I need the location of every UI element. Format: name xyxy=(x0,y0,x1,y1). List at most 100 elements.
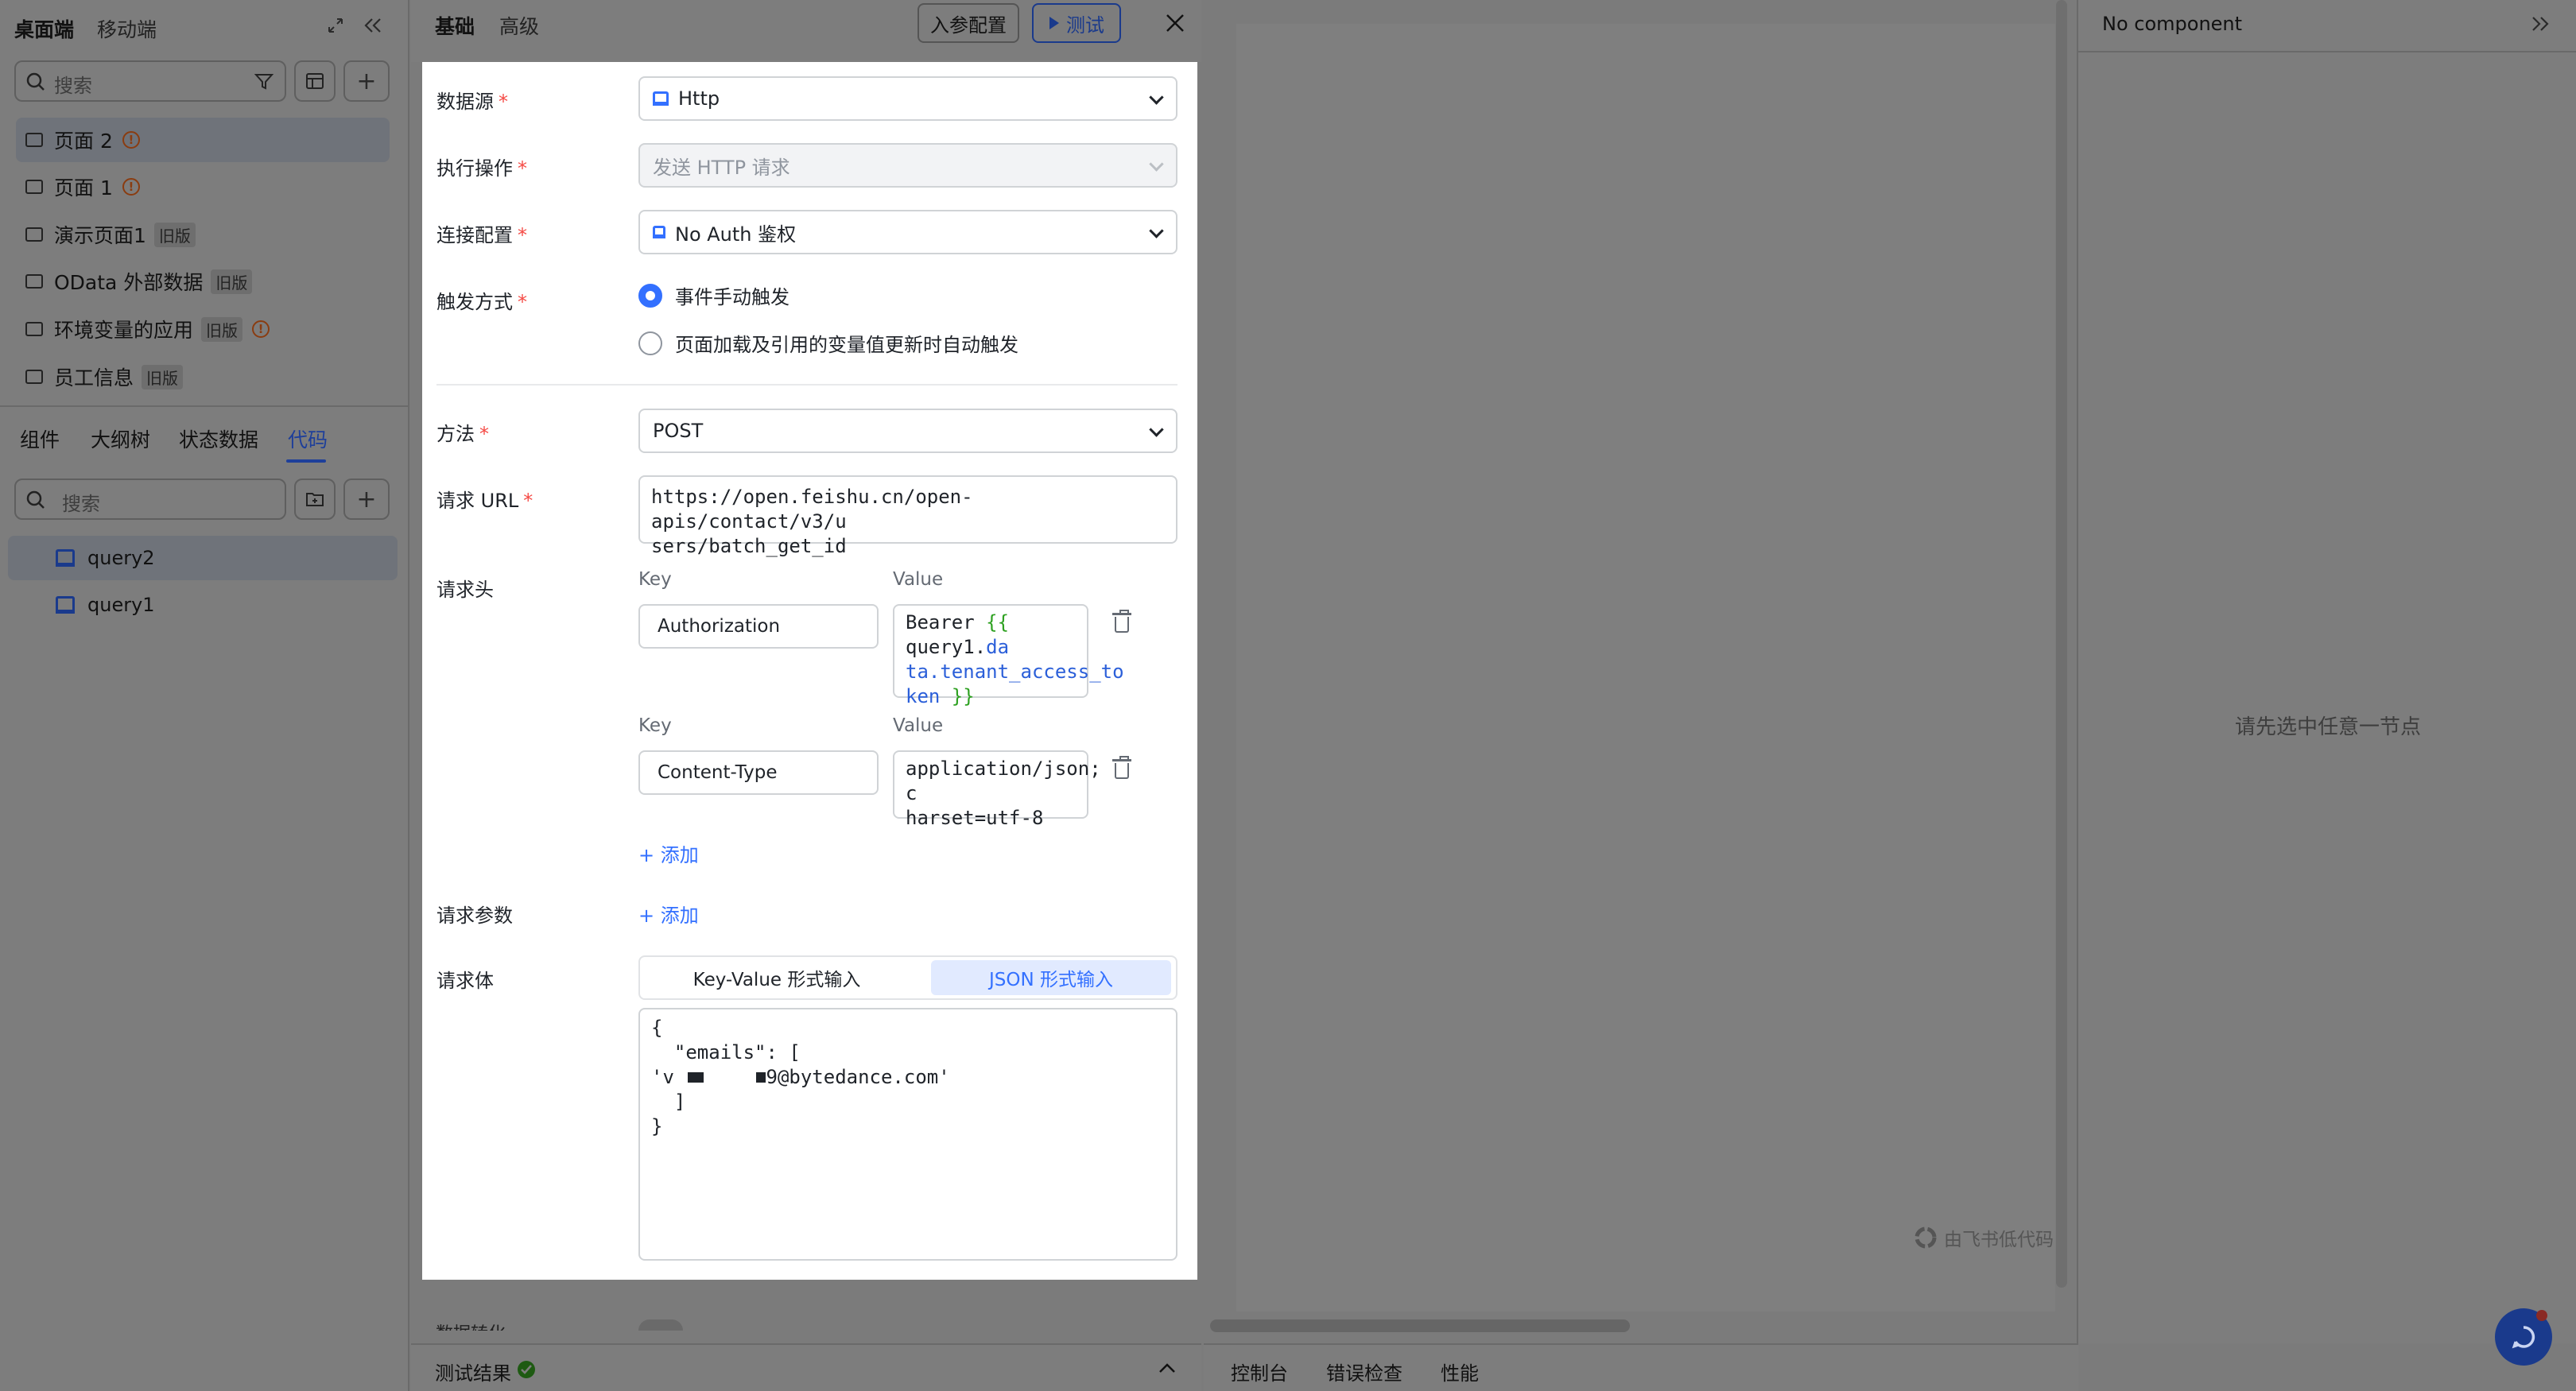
test-result-bar[interactable]: 测试结果 xyxy=(411,1343,1201,1391)
add-header-link[interactable]: + 添加 xyxy=(638,839,699,867)
params-label: 请求参数 xyxy=(436,905,513,927)
code-search-input[interactable]: 搜索 xyxy=(14,479,286,520)
search-placeholder: 搜索 xyxy=(54,75,92,97)
search-icon xyxy=(26,72,45,91)
page-search-input[interactable]: 搜索 xyxy=(14,60,286,102)
tab-outline[interactable]: 大纲树 xyxy=(91,424,150,453)
new-folder-button[interactable] xyxy=(294,479,336,520)
body-mode-json[interactable]: JSON 形式输入 xyxy=(931,960,1171,995)
page-item[interactable]: 环境变量的应用 旧版! xyxy=(16,307,390,351)
delete-header-button[interactable] xyxy=(1112,610,1131,633)
radio-selected[interactable] xyxy=(638,283,662,308)
page-label: 员工信息 xyxy=(54,366,134,389)
query-item[interactable]: query1 xyxy=(8,583,398,627)
add-param-link[interactable]: + 添加 xyxy=(638,900,699,928)
desktop-icon xyxy=(25,180,43,194)
headers-label: 请求头 xyxy=(436,579,494,601)
code-brace: {{ xyxy=(986,611,1010,634)
header-key-input[interactable]: Content-Type xyxy=(638,750,879,795)
collapse-panel-icon[interactable] xyxy=(2530,14,2551,33)
datasource-value: Http xyxy=(678,87,720,110)
divider xyxy=(436,384,1177,386)
delete-header-button[interactable] xyxy=(1112,756,1131,779)
body-json-editor[interactable]: { "emails": [ 'v 9@bytedance.com' ] } xyxy=(638,1008,1177,1261)
tab-components[interactable]: 组件 xyxy=(20,424,60,453)
trigger-option-auto[interactable]: 页面加载及引用的变量值更新时自动触发 xyxy=(638,329,1018,357)
test-result-label: 测试结果 xyxy=(435,1362,511,1385)
tab-desktop[interactable]: 桌面端 xyxy=(14,14,74,43)
tab-error-check[interactable]: 错误检查 xyxy=(1326,1358,1402,1385)
tab-state-data[interactable]: 状态数据 xyxy=(179,424,258,453)
radio-label: 事件手动触发 xyxy=(675,286,789,308)
horizontal-scrollbar[interactable] xyxy=(1210,1319,1630,1332)
tab-performance[interactable]: 性能 xyxy=(1441,1358,1479,1385)
page-label: 页面 2 xyxy=(54,130,113,153)
connection-label: 连接配置 * xyxy=(436,224,527,246)
chevron-up-icon[interactable] xyxy=(1158,1362,1176,1374)
action-value: 发送 HTTP 请求 xyxy=(653,156,790,179)
connection-select[interactable]: No Auth 鉴权 xyxy=(638,210,1177,254)
add-page-button[interactable]: + xyxy=(343,60,390,102)
filter-icon[interactable] xyxy=(254,73,274,91)
legacy-page-icon xyxy=(25,227,43,242)
page-item[interactable]: 员工信息 旧版 xyxy=(16,355,390,399)
transform-toggle[interactable] xyxy=(638,1319,683,1331)
code-variable: ken xyxy=(906,685,941,707)
tab-advanced[interactable]: 高级 xyxy=(499,11,539,40)
trigger-label: 触发方式 * xyxy=(436,291,527,313)
vertical-scrollbar[interactable] xyxy=(2056,0,2067,1288)
radio-unselected[interactable] xyxy=(638,331,662,355)
legacy-tag: 旧版 xyxy=(211,269,253,294)
desktop-icon xyxy=(25,133,43,147)
add-query-button[interactable]: + xyxy=(343,479,390,520)
body-mode-kv[interactable]: Key-Value 形式输入 xyxy=(643,960,910,995)
query-item[interactable]: query2 xyxy=(8,536,398,580)
chevron-down-icon xyxy=(1149,422,1164,437)
bottom-toolbar: 控制台 错误检查 性能 xyxy=(1204,1343,2078,1391)
legacy-tag: 旧版 xyxy=(142,364,184,389)
plus-icon: + xyxy=(356,67,377,95)
code-variable: da xyxy=(986,636,1010,658)
code-text: query1. xyxy=(906,636,987,658)
support-icon xyxy=(2512,1326,2535,1349)
play-icon xyxy=(1049,17,1059,29)
trash-icon xyxy=(1112,610,1131,633)
code-brace: }} xyxy=(940,685,975,707)
folder-icon xyxy=(306,493,324,506)
test-button[interactable]: 测试 xyxy=(1032,3,1121,43)
tab-code[interactable]: 代码 xyxy=(288,424,328,453)
help-button[interactable] xyxy=(2495,1308,2552,1366)
page-item[interactable]: 演示页面1 旧版 xyxy=(16,212,390,257)
active-tab-indicator xyxy=(286,459,326,463)
page-item[interactable]: OData 外部数据 旧版 xyxy=(16,259,390,304)
redaction-mark xyxy=(688,1072,704,1083)
trigger-option-manual[interactable]: 事件手动触发 xyxy=(638,281,789,309)
page-item[interactable]: 页面 2! xyxy=(16,118,390,162)
expand-icon[interactable] xyxy=(326,16,345,35)
query-config-form: 数据源 * Http 执行操作 * 发送 HTTP 请求 连接配置 * No Auth… xyxy=(422,62,1197,1280)
redaction-mark xyxy=(756,1072,766,1083)
value-column-label: Value xyxy=(893,715,944,736)
properties-panel: No component 请先选中任意一节点 xyxy=(2077,0,2576,1343)
header-value-input[interactable]: application/json; c harset=utf-8 xyxy=(893,750,1101,829)
tab-mobile[interactable]: 移动端 xyxy=(97,14,157,43)
tab-basic[interactable]: 基础 xyxy=(435,11,475,40)
method-label: 方法 * xyxy=(436,423,489,445)
method-select[interactable]: POST xyxy=(638,409,1177,453)
header-key-input[interactable]: Authorization xyxy=(638,604,879,649)
tab-console[interactable]: 控制台 xyxy=(1231,1358,1288,1385)
page-item[interactable]: 页面 1! xyxy=(16,165,390,209)
page-layout-button[interactable] xyxy=(294,60,336,102)
page-canvas[interactable]: 由飞书低代码 xyxy=(1236,24,2055,1312)
body-mode-switch: Key-Value 形式输入 JSON 形式输入 xyxy=(638,955,1177,1000)
datasource-select[interactable]: Http xyxy=(638,76,1177,121)
empty-hint: 请先选中任意一节点 xyxy=(2234,715,2421,739)
param-config-button[interactable]: 入参配置 xyxy=(918,3,1019,43)
legacy-page-icon xyxy=(25,322,43,336)
code-variable: ta.tenant_access_to xyxy=(906,661,1124,683)
database-icon xyxy=(653,91,669,106)
url-input[interactable]: https://open.feishu.cn/open-apis/contact… xyxy=(638,475,1177,557)
header-value-input[interactable]: Bearer {{ query1.da ta.tenant_access_to … xyxy=(893,604,1124,707)
collapse-sidebar-icon[interactable] xyxy=(363,16,383,35)
close-icon[interactable] xyxy=(1165,13,1185,33)
